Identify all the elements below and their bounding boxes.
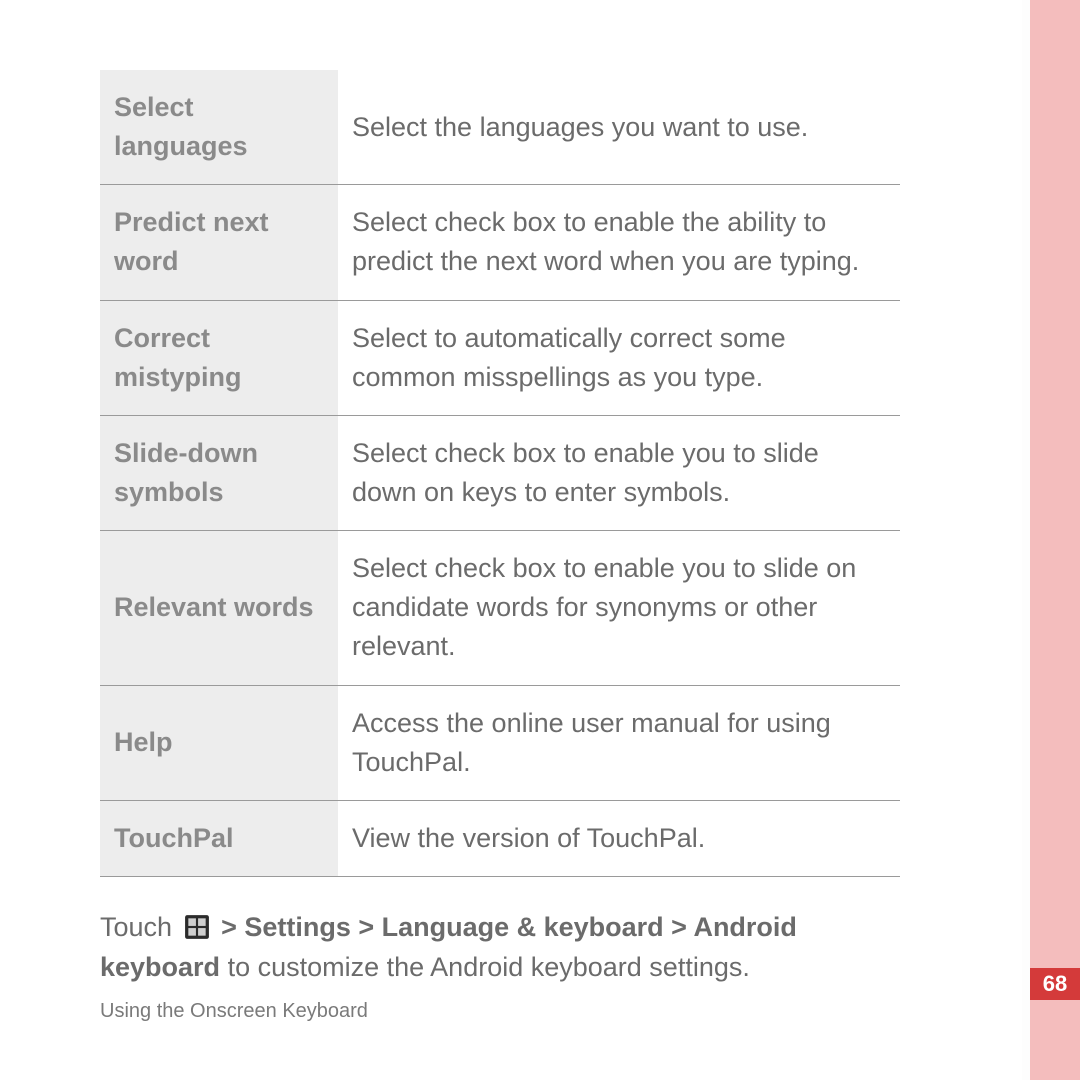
row-label: Correct mistyping [100,300,338,415]
footer-text: Using the Onscreen Keyboard [100,1000,970,1023]
table-row: Predict next word Select check box to en… [100,185,900,300]
row-desc: Select the languages you want to use. [338,70,900,185]
row-label: Predict next word [100,185,338,300]
apps-grid-icon [184,911,210,937]
paragraph-post: to customize the Android keyboard settin… [220,952,750,982]
row-label: TouchPal [100,800,338,876]
paragraph-pre: Touch [100,912,180,942]
table-row: Correct mistyping Select to automaticall… [100,300,900,415]
page-number: 68 [1030,968,1080,1000]
row-label: Help [100,685,338,800]
row-label: Slide-down symbols [100,415,338,530]
row-desc: Select check box to enable you to slide … [338,415,900,530]
row-desc: Select to automatically correct some com… [338,300,900,415]
table-row: Help Access the online user manual for u… [100,685,900,800]
row-desc: Select check box to enable you to slide … [338,531,900,685]
settings-table: Select languages Select the languages yo… [100,70,900,877]
row-desc: Select check box to enable the ability t… [338,185,900,300]
page-content: Select languages Select the languages yo… [100,70,970,1023]
row-desc: Access the online user manual for using … [338,685,900,800]
row-label: Relevant words [100,531,338,685]
row-label: Select languages [100,70,338,185]
side-bar [1030,0,1080,1080]
table-row: Slide-down symbols Select check box to e… [100,415,900,530]
table-row: TouchPal View the version of TouchPal. [100,800,900,876]
instruction-paragraph: Touch > Settings > Language & keyboard >… [100,907,900,988]
table-row: Select languages Select the languages yo… [100,70,900,185]
table-row: Relevant words Select check box to enabl… [100,531,900,685]
side-bar-divider [1022,0,1030,1080]
row-desc: View the version of TouchPal. [338,800,900,876]
